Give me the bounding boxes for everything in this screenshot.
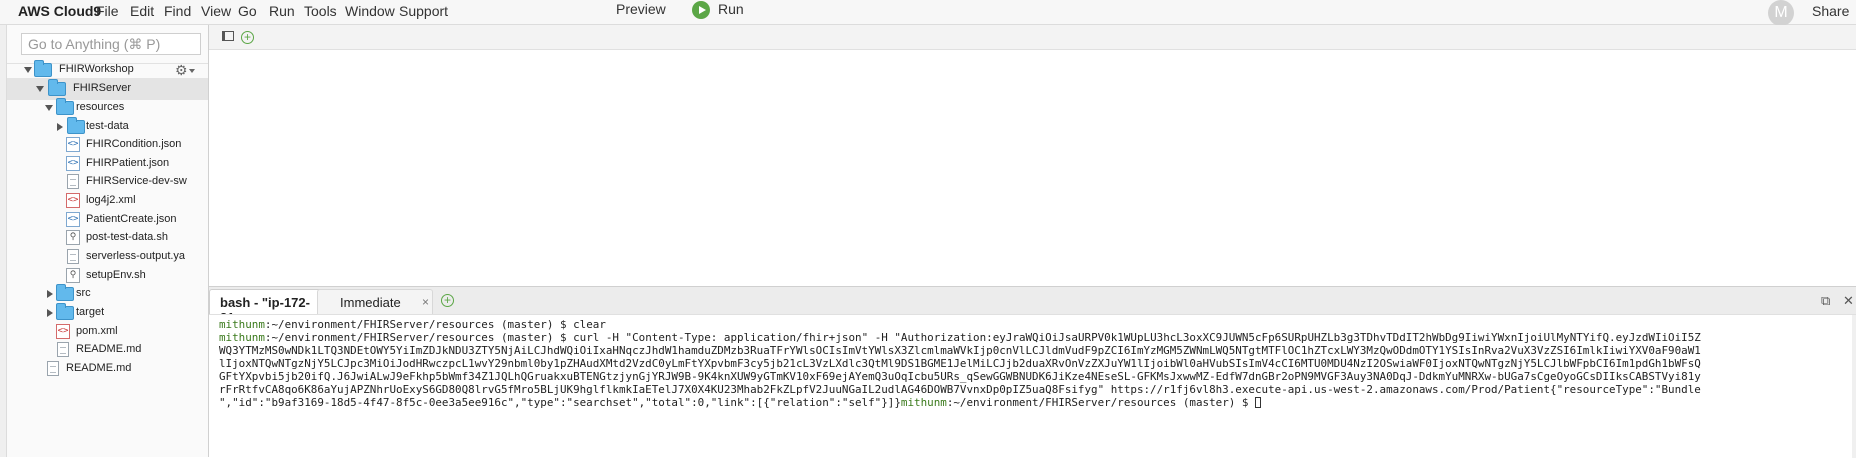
script-file-icon: ⚲ [66, 230, 80, 245]
tree-item-label: serverless-output.ya [86, 250, 186, 262]
menu-window[interactable]: Window [345, 3, 395, 19]
code-file-icon: <> [66, 137, 80, 152]
tree-item-label: FHIRWorkshop [59, 63, 134, 75]
terminal-line: ","id":"b9af3169-18d5-4f47-8f5c-0ee3a5ee… [219, 396, 1261, 409]
prompt-path: :~/environment/FHIRServer/resources [264, 318, 495, 331]
menu-go[interactable]: Go [238, 3, 257, 19]
code-file-icon: <> [66, 156, 80, 171]
tree-item-label: src [76, 287, 91, 299]
tree-item-label: post-test-data.sh [86, 231, 168, 243]
folder-icon [56, 98, 74, 115]
terminal-line: WQ3YTMzMS0wNDk1LTQ3NDEtOWY5YiImZDJkNDU3Z… [219, 344, 1701, 357]
chevron-right-icon[interactable] [47, 309, 53, 317]
go-to-anything-input[interactable] [21, 33, 201, 55]
tree-item-label: setupEnv.sh [86, 269, 146, 281]
new-terminal-plus-icon[interactable]: + [441, 294, 454, 307]
xml-file-icon: <> [56, 324, 70, 339]
editor-area[interactable] [209, 50, 1856, 287]
terminal-text: rFrRtfvCA8qo6K86aYujAPZNhrUoExyS6GD80Q8l… [219, 383, 1701, 396]
folder-icon [48, 79, 66, 96]
panel-tab-bar: bash - "ip-172-31 × Immediate × + ⧉ ✕ [209, 286, 1856, 325]
chevron-down-icon[interactable] [45, 105, 53, 111]
folder-icon [67, 117, 85, 134]
close-icon[interactable]: × [422, 295, 429, 309]
terminal-text: (master) $ [1176, 396, 1255, 409]
tree-item-label: README.md [76, 343, 142, 355]
terminal-text: (master) $ clear [494, 318, 606, 331]
terminal-cursor[interactable] [1255, 397, 1261, 408]
menu-bar: AWS Cloud9 File Edit Find View Go Run To… [0, 0, 1856, 26]
tree-item-label: log4j2.xml [86, 194, 136, 206]
prompt-path: :~/environment/FHIRServer/resources [264, 331, 495, 344]
tab-list-icon[interactable] [222, 31, 234, 41]
chevron-right-icon[interactable] [47, 290, 53, 298]
terminal-line: GFtYXpvbi5jb20ifQ.J6JwiALwJ9eFkhp5bWmf34… [219, 370, 1701, 383]
prompt-user: mithunm [219, 331, 265, 344]
terminal-text: (master) $ curl -H "Content-Type: applic… [494, 331, 1701, 344]
script-file-icon: ⚲ [66, 268, 80, 283]
avatar[interactable]: M [1768, 0, 1794, 26]
terminal-line: mithunm:~/environment/FHIRServer/resourc… [219, 318, 606, 331]
tree-item-label: FHIRServer [73, 82, 132, 94]
tree-item-label: FHIRCondition.json [86, 138, 182, 150]
terminal-text: lIjoxNTQwNTgzNjY5LCJpc3MiOiJodHRwczpcL1w… [219, 357, 1701, 370]
folder-icon [56, 284, 74, 301]
new-tab-plus-icon[interactable]: + [241, 31, 254, 44]
tab-label: Immediate [340, 295, 401, 310]
menu-run[interactable]: Run [269, 3, 295, 19]
folder-icon [34, 60, 52, 77]
terminal-text: GFtYXpvbi5jb20ifQ.J6JwiALwJ9eFkhp5bWmf34… [219, 370, 1701, 383]
tree-item-label: FHIRService-dev-sw [86, 175, 187, 187]
close-panel-icon[interactable]: ✕ [1843, 293, 1854, 309]
folder-icon [56, 303, 74, 320]
tree-item-label: target [76, 306, 105, 318]
menu-edit[interactable]: Edit [130, 3, 154, 19]
tree-item-label: PatientCreate.json [86, 213, 177, 225]
run-label: Run [718, 1, 744, 17]
file-icon [67, 249, 79, 264]
file-tree-sidebar: FHIRWorkshop ⚙ FHIRServer resources test… [7, 25, 209, 457]
chevron-down-icon[interactable] [24, 67, 32, 73]
tree-item-label: pom.xml [76, 325, 118, 337]
terminal-line: lIjoxNTQwNTgzNjY5LCJpc3MiOiJodHRwczpcL1w… [219, 357, 1701, 370]
editor-tab-bar: + [209, 25, 1856, 50]
gear-icon[interactable]: ⚙ [175, 63, 188, 77]
share-button[interactable]: Share [1812, 3, 1849, 19]
menu-tools[interactable]: Tools [304, 3, 337, 19]
menu-file[interactable]: File [96, 3, 119, 19]
code-file-icon: <> [66, 212, 80, 227]
chevron-right-icon[interactable] [57, 123, 63, 131]
tree-item-label: FHIRPatient.json [86, 157, 170, 169]
terminal-text: ","id":"b9af3169-18d5-4f47-8f5c-0ee3a5ee… [219, 396, 901, 409]
file-icon [67, 174, 79, 189]
menu-support[interactable]: Support [399, 3, 448, 19]
left-panel-strip[interactable] [0, 25, 7, 457]
file-icon [47, 361, 59, 376]
tree-item-label: README.md [66, 362, 132, 374]
terminal-scrollbar[interactable] [1852, 315, 1856, 458]
preview-button[interactable]: Preview [616, 1, 666, 17]
prompt-user: mithunm [900, 396, 947, 409]
prompt-user: mithunm [219, 318, 265, 331]
menu-view[interactable]: View [201, 3, 231, 19]
terminal-line: mithunm:~/environment/FHIRServer/resourc… [219, 331, 1701, 344]
chevron-down-icon[interactable] [189, 69, 195, 73]
terminal-text: WQ3YTMzMS0wNDk1LTQ3NDEtOWY5YiImZDJkNDU3Z… [219, 344, 1701, 357]
xml-file-icon: <> [66, 193, 80, 208]
tree-item-label: resources [76, 101, 125, 113]
tab-bash-terminal[interactable]: bash - "ip-172-31 × [209, 289, 332, 325]
tree-item-readme-md[interactable]: README.md [7, 358, 208, 380]
brand-logo[interactable]: AWS Cloud9 [18, 3, 101, 19]
tree-item-label: test-data [86, 120, 129, 132]
menu-find[interactable]: Find [164, 3, 191, 19]
play-icon [692, 1, 710, 19]
terminal-output[interactable]: mithunm:~/environment/FHIRServer/resourc… [209, 314, 1856, 458]
chevron-down-icon[interactable] [36, 86, 44, 92]
tab-immediate[interactable]: Immediate × [317, 289, 433, 315]
maximize-panel-icon[interactable]: ⧉ [1821, 293, 1830, 309]
prompt-path: :~/environment/FHIRServer/resources [946, 396, 1177, 409]
terminal-line: rFrRtfvCA8qo6K86aYujAPZNhrUoExyS6GD80Q8l… [219, 383, 1701, 396]
file-icon [57, 342, 69, 357]
